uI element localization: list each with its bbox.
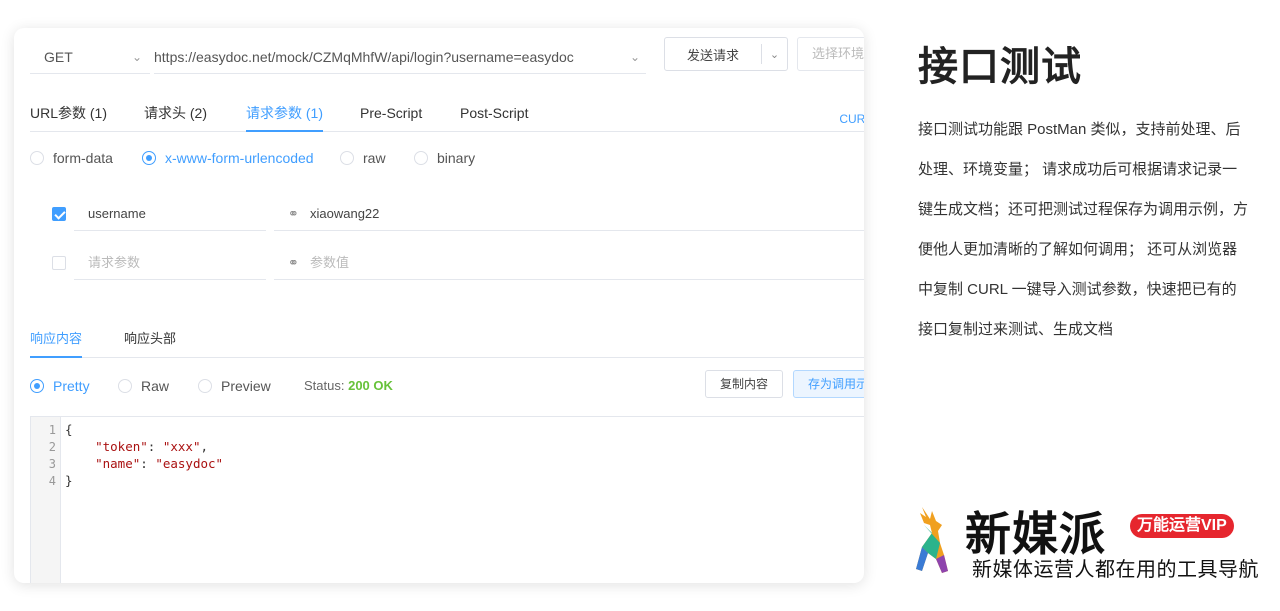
- radio-label: Raw: [141, 378, 170, 394]
- url-value: https://easydoc.net/mock/CZMqMhfW/api/lo…: [154, 49, 574, 65]
- radio-raw[interactable]: raw: [340, 150, 386, 166]
- save-example-button[interactable]: 存为调用示例: [793, 370, 864, 398]
- tab-body-params[interactable]: 请求参数 (1): [246, 104, 323, 132]
- radio-circle: [340, 151, 354, 165]
- deer-logo-icon: [916, 507, 948, 573]
- code-line: "token": "xxx",: [95, 439, 209, 454]
- radio-form-data[interactable]: form-data: [30, 150, 113, 166]
- tab-response-headers[interactable]: 响应头部: [124, 330, 176, 358]
- line-number: 1: [48, 423, 56, 437]
- link-icon: ⚭: [288, 206, 299, 221]
- radio-circle: [118, 379, 132, 393]
- status-label: Status:: [304, 378, 345, 393]
- status-badge: 200 OK: [348, 378, 393, 393]
- environment-select[interactable]: 选择环境: [797, 37, 864, 71]
- param-checkbox[interactable]: [52, 256, 66, 270]
- tab-headers[interactable]: 请求头 (2): [144, 104, 207, 132]
- radio-label: form-data: [53, 150, 113, 166]
- param-key-input[interactable]: username: [74, 197, 266, 231]
- radio-label: Pretty: [53, 378, 90, 394]
- body-type-group: form-data x-www-form-urlencoded raw bina…: [30, 150, 630, 170]
- radio-label: x-www-form-urlencoded: [165, 150, 314, 166]
- code-line: {: [65, 422, 73, 437]
- radio-label: raw: [363, 150, 386, 166]
- chevron-down-icon: ⌄: [629, 50, 640, 64]
- method-select[interactable]: GET ⌄: [30, 40, 150, 74]
- radio-label: Preview: [221, 378, 271, 394]
- send-request-button[interactable]: 发送请求 ⌄: [664, 37, 788, 71]
- param-value-input[interactable]: 参数值: [274, 246, 864, 280]
- method-value: GET: [44, 49, 73, 65]
- radio-circle: [30, 151, 44, 165]
- code-line: "name": "easydoc": [95, 456, 224, 471]
- radio-circle: [142, 151, 156, 165]
- request-tabs: URL参数 (1) 请求头 (2) 请求参数 (1) Pre-Script Po…: [30, 104, 864, 132]
- radio-pretty[interactable]: Pretty: [30, 378, 90, 394]
- line-number: 4: [48, 474, 56, 488]
- line-number: 2: [48, 440, 56, 454]
- tab-post-script[interactable]: Post-Script: [460, 104, 528, 132]
- feature-title: 接口测试: [918, 45, 1082, 89]
- copy-content-button[interactable]: 复制内容: [705, 370, 783, 398]
- radio-urlencoded[interactable]: x-www-form-urlencoded: [142, 150, 314, 166]
- radio-raw-format[interactable]: Raw: [118, 378, 169, 394]
- radio-circle: [414, 151, 428, 165]
- chevron-down-icon[interactable]: ⌄: [762, 48, 787, 61]
- curl-import-link[interactable]: CURL导: [839, 110, 864, 127]
- feature-description: 接口测试功能跟 PostMan 类似，支持前处理、后处理、环境变量； 请求成功后…: [918, 121, 1249, 338]
- code-line: }: [65, 473, 73, 488]
- url-input[interactable]: https://easydoc.net/mock/CZMqMhfW/api/lo…: [154, 40, 646, 74]
- chevron-down-icon: ⌄: [131, 50, 142, 64]
- param-row: username xiaowang22 ⚭: [52, 197, 864, 231]
- param-value-input[interactable]: xiaowang22: [274, 197, 864, 231]
- radio-binary[interactable]: binary: [414, 150, 475, 166]
- param-row: 请求参数 参数值 ⚭: [52, 246, 864, 280]
- tab-url-params[interactable]: URL参数 (1): [30, 104, 107, 132]
- param-checkbox[interactable]: [52, 207, 66, 221]
- line-number-gutter: 1 2 3 4: [31, 417, 61, 583]
- radio-circle: [30, 379, 44, 393]
- radio-circle: [198, 379, 212, 393]
- status-text: Status: 200 OK: [304, 378, 393, 393]
- vip-badge: 万能运营VIP: [1130, 514, 1234, 538]
- link-icon: ⚭: [288, 255, 299, 270]
- radio-preview[interactable]: Preview: [198, 378, 271, 394]
- response-tabs: 响应内容 响应头部: [30, 330, 864, 358]
- response-code-editor[interactable]: 1 2 3 4 { "token": "xxx", "name": "easyd…: [30, 416, 864, 583]
- radio-label: binary: [437, 150, 476, 166]
- api-test-panel: GET ⌄ https://easydoc.net/mock/CZMqMhfW/…: [14, 28, 864, 583]
- line-number: 3: [48, 457, 56, 471]
- tab-response-body[interactable]: 响应内容: [30, 330, 83, 358]
- param-key-input[interactable]: 请求参数: [74, 246, 266, 280]
- send-request-label: 发送请求: [686, 47, 739, 63]
- tab-pre-script[interactable]: Pre-Script: [360, 104, 422, 132]
- brand-tagline: 新媒体运营人都在用的工具导航: [972, 559, 1259, 581]
